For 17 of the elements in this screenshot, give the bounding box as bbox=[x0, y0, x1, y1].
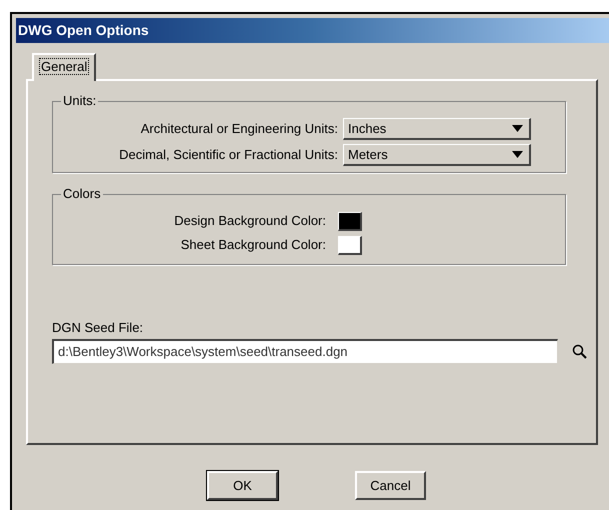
window-title: DWG Open Options bbox=[18, 22, 149, 38]
field-label: DGN Seed File: bbox=[52, 320, 144, 336]
dropdown-arrow-icon bbox=[512, 125, 523, 132]
tab[interactable]: General bbox=[32, 53, 96, 81]
input-field[interactable]: d:\Bentley3\Workspace\system\seed\transeed.dgn bbox=[52, 339, 558, 364]
dropdown[interactable]: Inches bbox=[343, 118, 531, 140]
field-label: Design Background Color: bbox=[173, 212, 327, 230]
dropdown[interactable]: Meters bbox=[343, 144, 531, 166]
field-label: Decimal, Scientific or Fractional Units: bbox=[118, 146, 339, 164]
field-label: Architectural or Engineering Units: bbox=[140, 120, 339, 138]
search-icon[interactable] bbox=[572, 344, 587, 359]
cancel-button[interactable]: Cancel bbox=[355, 471, 426, 500]
color-swatch[interactable] bbox=[338, 212, 362, 230]
dropdown-arrow-icon bbox=[512, 151, 523, 158]
field-label: Sheet Background Color: bbox=[180, 236, 327, 254]
ok-button[interactable]: OK bbox=[207, 471, 278, 500]
color-swatch[interactable] bbox=[338, 236, 362, 254]
